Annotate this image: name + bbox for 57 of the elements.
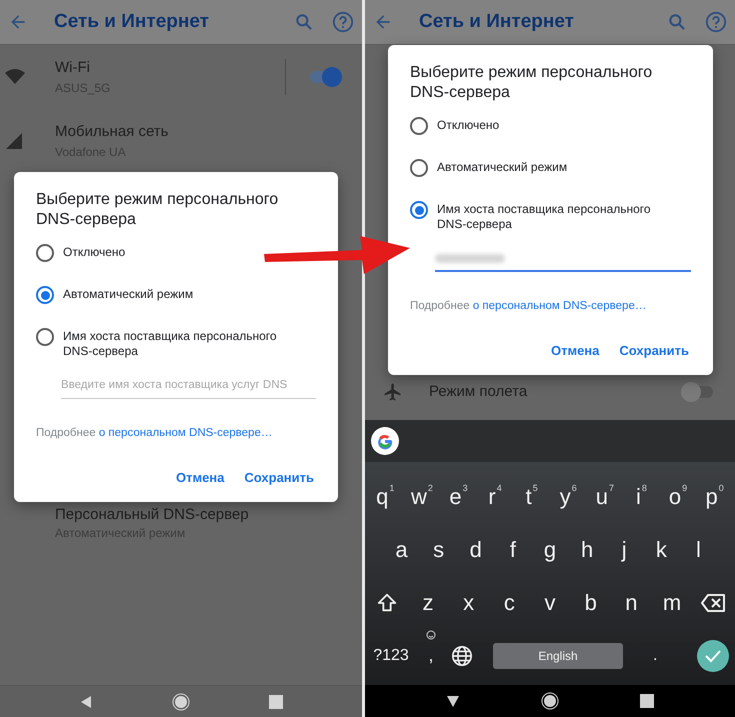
keyboard-key[interactable]: z — [420, 588, 436, 616]
keyboard-key[interactable]: n — [623, 588, 640, 616]
emoji-icon — [426, 630, 436, 640]
save-button[interactable]: Сохранить — [619, 341, 689, 361]
dns-info-link[interactable]: о персональном DNS-сервере… — [472, 300, 646, 312]
cancel-button[interactable]: Отмена — [550, 341, 600, 361]
keyboard-key[interactable]: d — [468, 536, 484, 564]
keyboard-key[interactable]: x — [461, 588, 476, 616]
dialog-title: Выберите режим персонального DNS-сервера — [36, 190, 280, 230]
radio-button[interactable] — [36, 286, 54, 304]
keyboard-key[interactable]: b — [582, 588, 599, 616]
toggle-switch[interactable] — [681, 382, 715, 402]
save-button[interactable]: Сохранить — [244, 468, 314, 488]
option-label[interactable]: Автоматический режим — [437, 159, 568, 175]
screen-title: Сеть и Интернет — [54, 10, 209, 34]
keyboard-key[interactable]: j — [620, 536, 629, 564]
keyboard-key[interactable]: c — [502, 588, 517, 616]
radio-button[interactable] — [410, 201, 428, 219]
option-label[interactable]: Автоматический режим — [63, 286, 194, 302]
dialog-title: Выберите режим персонального DNS-сервера — [410, 63, 654, 103]
keyboard-key[interactable]: f — [508, 536, 518, 564]
backspace-key-icon[interactable] — [700, 592, 726, 612]
enter-check-icon[interactable] — [697, 640, 729, 672]
keyboard-key[interactable]: s — [431, 536, 446, 564]
option-label[interactable]: Отключено — [437, 117, 500, 133]
hostname-field[interactable]: Введите имя хоста поставщика услуг DNS — [61, 373, 316, 399]
period-key[interactable]: . — [653, 644, 658, 668]
google-logo-icon[interactable] — [371, 427, 399, 455]
back-icon[interactable] — [446, 694, 460, 708]
keyboard-key[interactable]: k — [654, 536, 669, 564]
keyboard-key[interactable]: a — [393, 536, 410, 564]
radio-button[interactable] — [36, 328, 54, 346]
more-info-text: Подробнее — [410, 300, 470, 312]
screen-title: Сеть и Интернет — [419, 10, 574, 34]
option-label[interactable]: Имя хоста поставщика персонального DNS-сервера — [437, 201, 672, 232]
shift-key-icon[interactable] — [376, 592, 398, 614]
comma-key[interactable]: , — [428, 642, 434, 669]
globe-icon[interactable] — [451, 644, 473, 666]
keyboard-key[interactable]: v — [542, 588, 558, 616]
dns-info-link[interactable]: о персональном DNS-сервере… — [98, 427, 272, 439]
keyboard-key[interactable]: l — [694, 536, 703, 564]
home-icon[interactable] — [540, 692, 559, 710]
keyboard-key[interactable]: g — [542, 536, 558, 564]
recents-icon[interactable] — [640, 694, 654, 708]
option-label[interactable]: Отключено — [63, 244, 126, 260]
keyboard-key[interactable]: h — [578, 536, 596, 564]
radio-button[interactable] — [410, 117, 428, 135]
symbols-key[interactable]: ?123 — [371, 644, 411, 668]
space-key[interactable]: English — [493, 642, 623, 668]
toggle-switch[interactable] — [308, 67, 342, 87]
radio-button[interactable] — [36, 244, 54, 262]
radio-button[interactable] — [410, 159, 428, 177]
more-info-text: Подробнее — [36, 427, 96, 439]
cancel-button[interactable]: Отмена — [176, 468, 224, 488]
option-label[interactable]: Имя хоста поставщика персонального DNS-сервера — [63, 328, 298, 359]
airplane-icon — [383, 382, 403, 402]
keyboard-key[interactable]: m — [660, 588, 684, 616]
